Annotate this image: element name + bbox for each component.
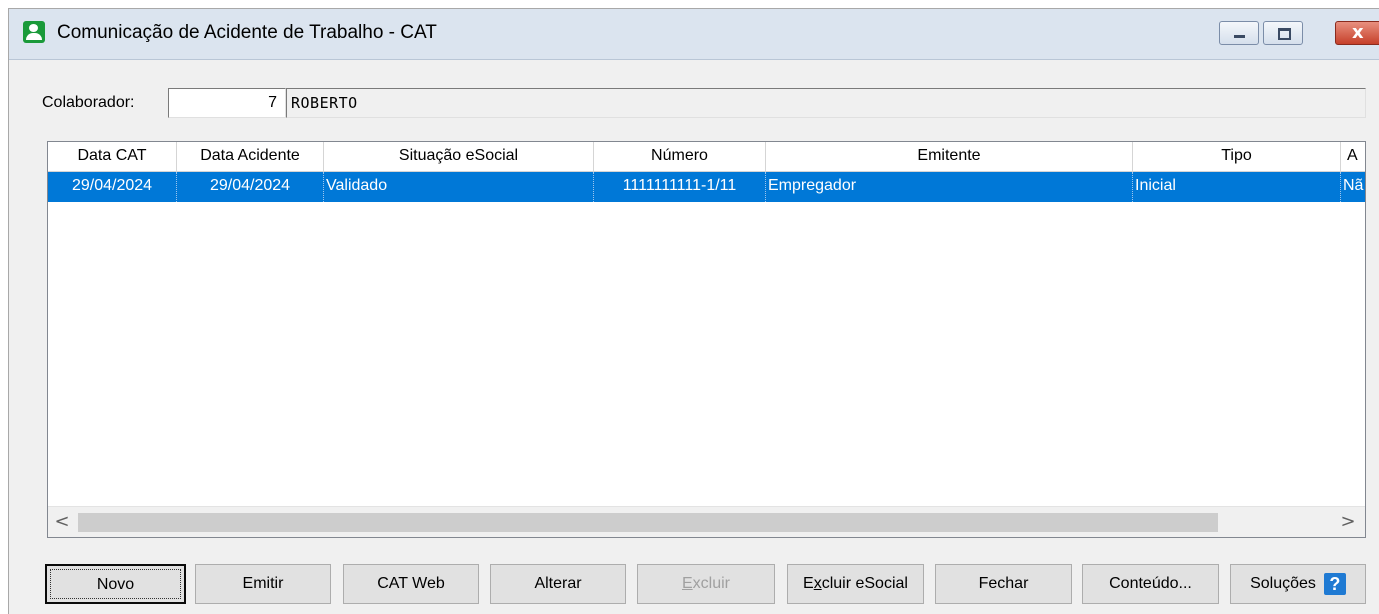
cell-emitente: Empregador bbox=[766, 172, 1133, 202]
minimize-button[interactable] bbox=[1219, 21, 1259, 45]
conteudo-button[interactable]: Conteúdo... bbox=[1082, 564, 1219, 604]
cell-situacao: Validado bbox=[324, 172, 594, 202]
close-button[interactable]: x bbox=[1335, 21, 1379, 45]
cat-grid[interactable]: Data CAT Data Acidente Situação eSocial … bbox=[47, 141, 1366, 538]
alterar-button[interactable]: Alterar bbox=[490, 564, 626, 604]
column-header-extra[interactable]: A bbox=[1341, 142, 1365, 171]
colaborador-code-input[interactable]: 7 bbox=[168, 88, 286, 118]
close-icon: x bbox=[1352, 22, 1364, 43]
user-icon bbox=[23, 21, 45, 43]
fechar-label: Fechar bbox=[978, 575, 1029, 592]
solucoes-label: Soluções bbox=[1250, 575, 1316, 592]
scroll-right-icon[interactable]: > bbox=[1338, 511, 1358, 533]
emitir-button[interactable]: Emitir bbox=[195, 564, 331, 604]
cell-extra: Nã bbox=[1341, 172, 1365, 202]
excluir-esocial-mnemonic: x bbox=[813, 575, 822, 592]
column-header-tipo[interactable]: Tipo bbox=[1133, 142, 1341, 171]
column-header-data-cat[interactable]: Data CAT bbox=[48, 142, 177, 171]
excluir-label: xcluir bbox=[692, 575, 730, 592]
colaborador-name-field: ROBERTO bbox=[286, 88, 1366, 118]
title-bar[interactable]: Comunicação de Acidente de Trabalho - CA… bbox=[9, 9, 1379, 60]
scroll-thumb[interactable] bbox=[78, 513, 1218, 532]
excluir-mnemonic: E bbox=[681, 575, 693, 592]
table-row[interactable]: 29/04/2024 29/04/2024 Validado 111111111… bbox=[48, 172, 1365, 202]
cell-data-acidente: 29/04/2024 bbox=[177, 172, 324, 202]
grid-header: Data CAT Data Acidente Situação eSocial … bbox=[48, 142, 1365, 172]
solucoes-button[interactable]: Soluções? bbox=[1230, 564, 1366, 604]
cell-data-cat: 29/04/2024 bbox=[48, 172, 177, 202]
emitir-label: Emitir bbox=[242, 575, 284, 592]
excluir-button[interactable]: Excluir bbox=[637, 564, 775, 604]
conteudo-label: Conteúdo... bbox=[1109, 575, 1192, 592]
help-icon: ? bbox=[1323, 572, 1346, 595]
excluir-esocial-button[interactable]: Excluir eSocial bbox=[787, 564, 924, 604]
colaborador-label: Colaborador: bbox=[42, 94, 135, 111]
column-header-data-acidente[interactable]: Data Acidente bbox=[177, 142, 324, 171]
cat-web-button[interactable]: CAT Web bbox=[343, 564, 479, 604]
window-title: Comunicação de Acidente de Trabalho - CA… bbox=[57, 22, 437, 43]
excluir-esocial-label: cluir eSocial bbox=[821, 575, 908, 592]
focus-rect bbox=[50, 569, 181, 599]
alterar-label: Alterar bbox=[534, 575, 582, 592]
column-header-emitente[interactable]: Emitente bbox=[766, 142, 1133, 171]
excluir-esocial-first: E bbox=[803, 575, 814, 592]
novo-button[interactable]: Novo bbox=[45, 564, 186, 604]
horizontal-scrollbar[interactable]: < > bbox=[48, 506, 1365, 537]
column-header-situacao-esocial[interactable]: Situação eSocial bbox=[324, 142, 594, 171]
fechar-button[interactable]: Fechar bbox=[935, 564, 1072, 604]
cat-web-label: CAT Web bbox=[377, 575, 445, 592]
maximize-button[interactable] bbox=[1263, 21, 1303, 45]
cat-window: Comunicação de Acidente de Trabalho - CA… bbox=[8, 8, 1379, 614]
scroll-left-icon[interactable]: < bbox=[52, 511, 72, 533]
column-header-numero[interactable]: Número bbox=[594, 142, 766, 171]
cell-tipo: Inicial bbox=[1133, 172, 1341, 202]
cell-numero: 1111111111-1/11 bbox=[594, 172, 766, 202]
